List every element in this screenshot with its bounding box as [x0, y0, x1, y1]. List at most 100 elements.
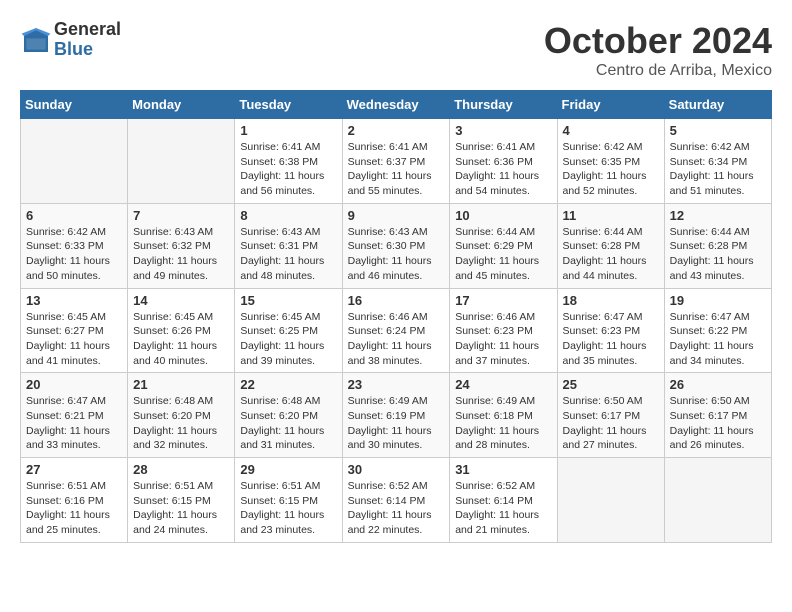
day-number: 28: [133, 462, 229, 477]
calendar-table: SundayMondayTuesdayWednesdayThursdayFrid…: [20, 90, 772, 543]
day-info: Sunrise: 6:50 AMSunset: 6:17 PMDaylight:…: [670, 394, 766, 453]
day-info: Sunrise: 6:43 AMSunset: 6:32 PMDaylight:…: [133, 225, 229, 284]
logo: General Blue: [20, 20, 121, 60]
calendar-cell: 21 Sunrise: 6:48 AMSunset: 6:20 PMDayligh…: [128, 373, 235, 458]
day-info: Sunrise: 6:45 AMSunset: 6:25 PMDaylight:…: [240, 310, 336, 369]
calendar-week-row: 1 Sunrise: 6:41 AMSunset: 6:38 PMDaylight…: [21, 119, 772, 204]
day-info: Sunrise: 6:43 AMSunset: 6:30 PMDaylight:…: [348, 225, 445, 284]
weekday-header: Thursday: [450, 91, 557, 119]
calendar-cell: 17 Sunrise: 6:46 AMSunset: 6:23 PMDayligh…: [450, 288, 557, 373]
calendar-cell: 9 Sunrise: 6:43 AMSunset: 6:30 PMDaylight…: [342, 203, 450, 288]
day-info: Sunrise: 6:51 AMSunset: 6:15 PMDaylight:…: [133, 479, 229, 538]
calendar-cell: 5Sunrise: 6:42 AMSunset: 6:34 PMDaylight…: [664, 119, 771, 204]
day-info: Sunrise: 6:49 AMSunset: 6:18 PMDaylight:…: [455, 394, 551, 453]
calendar-cell: 27 Sunrise: 6:51 AMSunset: 6:16 PMDayligh…: [21, 458, 128, 543]
day-number: 18: [563, 293, 659, 308]
day-number: 12: [670, 208, 766, 223]
day-info: Sunrise: 6:46 AMSunset: 6:23 PMDaylight:…: [455, 310, 551, 369]
day-number: 16: [348, 293, 445, 308]
calendar-cell: [664, 458, 771, 543]
calendar-week-row: 6 Sunrise: 6:42 AMSunset: 6:33 PMDaylight…: [21, 203, 772, 288]
day-number: 26: [670, 377, 766, 392]
calendar-cell: [557, 458, 664, 543]
day-info: Sunrise: 6:48 AMSunset: 6:20 PMDaylight:…: [133, 394, 229, 453]
logo-text: General Blue: [54, 20, 121, 60]
weekday-header: Monday: [128, 91, 235, 119]
calendar-cell: 15 Sunrise: 6:45 AMSunset: 6:25 PMDayligh…: [235, 288, 342, 373]
day-info: Sunrise: 6:51 AMSunset: 6:16 PMDaylight:…: [26, 479, 122, 538]
calendar-cell: 16 Sunrise: 6:46 AMSunset: 6:24 PMDayligh…: [342, 288, 450, 373]
day-number: 23: [348, 377, 445, 392]
weekday-header: Friday: [557, 91, 664, 119]
weekday-header: Tuesday: [235, 91, 342, 119]
day-info: Sunrise: 6:44 AMSunset: 6:29 PMDaylight:…: [455, 225, 551, 284]
day-info: Sunrise: 6:44 AMSunset: 6:28 PMDaylight:…: [670, 225, 766, 284]
calendar-cell: 10Sunrise: 6:44 AMSunset: 6:29 PMDayligh…: [450, 203, 557, 288]
day-number: 31: [455, 462, 551, 477]
day-number: 29: [240, 462, 336, 477]
day-number: 9: [348, 208, 445, 223]
day-info: Sunrise: 6:47 AMSunset: 6:22 PMDaylight:…: [670, 310, 766, 369]
calendar-cell: 12 Sunrise: 6:44 AMSunset: 6:28 PMDayligh…: [664, 203, 771, 288]
calendar-cell: 14 Sunrise: 6:45 AMSunset: 6:26 PMDayligh…: [128, 288, 235, 373]
day-number: 1: [240, 123, 336, 138]
calendar-week-row: 13 Sunrise: 6:45 AMSunset: 6:27 PMDayligh…: [21, 288, 772, 373]
day-number: 27: [26, 462, 122, 477]
day-info: Sunrise: 6:49 AMSunset: 6:19 PMDaylight:…: [348, 394, 445, 453]
day-number: 6: [26, 208, 122, 223]
calendar-cell: 29Sunrise: 6:51 AMSunset: 6:15 PMDayligh…: [235, 458, 342, 543]
page-header: General Blue October 2024 Centro de Arri…: [20, 20, 772, 80]
location-title: Centro de Arriba, Mexico: [544, 62, 772, 80]
day-number: 21: [133, 377, 229, 392]
weekday-header: Sunday: [21, 91, 128, 119]
day-number: 8: [240, 208, 336, 223]
calendar-week-row: 20Sunrise: 6:47 AMSunset: 6:21 PMDayligh…: [21, 373, 772, 458]
logo-icon: [20, 24, 52, 56]
month-title: October 2024: [544, 20, 772, 62]
calendar-cell: 8 Sunrise: 6:43 AMSunset: 6:31 PMDaylight…: [235, 203, 342, 288]
day-info: Sunrise: 6:42 AMSunset: 6:35 PMDaylight:…: [563, 140, 659, 199]
logo-general: General: [54, 20, 121, 40]
day-info: Sunrise: 6:45 AMSunset: 6:27 PMDaylight:…: [26, 310, 122, 369]
calendar-header-row: SundayMondayTuesdayWednesdayThursdayFrid…: [21, 91, 772, 119]
day-number: 25: [563, 377, 659, 392]
calendar-cell: 1 Sunrise: 6:41 AMSunset: 6:38 PMDaylight…: [235, 119, 342, 204]
day-info: Sunrise: 6:50 AMSunset: 6:17 PMDaylight:…: [563, 394, 659, 453]
calendar-cell: 2Sunrise: 6:41 AMSunset: 6:37 PMDaylight…: [342, 119, 450, 204]
calendar-cell: 19 Sunrise: 6:47 AMSunset: 6:22 PMDayligh…: [664, 288, 771, 373]
day-number: 30: [348, 462, 445, 477]
day-number: 13: [26, 293, 122, 308]
calendar-cell: [128, 119, 235, 204]
day-info: Sunrise: 6:44 AMSunset: 6:28 PMDaylight:…: [563, 225, 659, 284]
calendar-cell: 25 Sunrise: 6:50 AMSunset: 6:17 PMDayligh…: [557, 373, 664, 458]
day-number: 24: [455, 377, 551, 392]
calendar-cell: 24 Sunrise: 6:49 AMSunset: 6:18 PMDayligh…: [450, 373, 557, 458]
day-info: Sunrise: 6:41 AMSunset: 6:37 PMDaylight:…: [348, 140, 445, 199]
day-info: Sunrise: 6:46 AMSunset: 6:24 PMDaylight:…: [348, 310, 445, 369]
day-number: 11: [563, 208, 659, 223]
day-info: Sunrise: 6:52 AMSunset: 6:14 PMDaylight:…: [348, 479, 445, 538]
day-number: 19: [670, 293, 766, 308]
day-number: 17: [455, 293, 551, 308]
calendar-cell: 26 Sunrise: 6:50 AMSunset: 6:17 PMDayligh…: [664, 373, 771, 458]
calendar-cell: 31 Sunrise: 6:52 AMSunset: 6:14 PMDayligh…: [450, 458, 557, 543]
day-number: 7: [133, 208, 229, 223]
day-number: 15: [240, 293, 336, 308]
day-info: Sunrise: 6:42 AMSunset: 6:33 PMDaylight:…: [26, 225, 122, 284]
calendar-cell: 23 Sunrise: 6:49 AMSunset: 6:19 PMDayligh…: [342, 373, 450, 458]
day-info: Sunrise: 6:45 AMSunset: 6:26 PMDaylight:…: [133, 310, 229, 369]
calendar-cell: 7 Sunrise: 6:43 AMSunset: 6:32 PMDaylight…: [128, 203, 235, 288]
logo-blue: Blue: [54, 40, 121, 60]
day-number: 14: [133, 293, 229, 308]
calendar-cell: 6 Sunrise: 6:42 AMSunset: 6:33 PMDaylight…: [21, 203, 128, 288]
day-info: Sunrise: 6:47 AMSunset: 6:21 PMDaylight:…: [26, 394, 122, 453]
day-info: Sunrise: 6:41 AMSunset: 6:38 PMDaylight:…: [240, 140, 336, 199]
day-info: Sunrise: 6:42 AMSunset: 6:34 PMDaylight:…: [670, 140, 766, 199]
calendar-cell: 20Sunrise: 6:47 AMSunset: 6:21 PMDayligh…: [21, 373, 128, 458]
day-info: Sunrise: 6:43 AMSunset: 6:31 PMDaylight:…: [240, 225, 336, 284]
calendar-cell: 11 Sunrise: 6:44 AMSunset: 6:28 PMDayligh…: [557, 203, 664, 288]
calendar-cell: 22Sunrise: 6:48 AMSunset: 6:20 PMDayligh…: [235, 373, 342, 458]
day-info: Sunrise: 6:52 AMSunset: 6:14 PMDaylight:…: [455, 479, 551, 538]
day-number: 22: [240, 377, 336, 392]
day-info: Sunrise: 6:47 AMSunset: 6:23 PMDaylight:…: [563, 310, 659, 369]
